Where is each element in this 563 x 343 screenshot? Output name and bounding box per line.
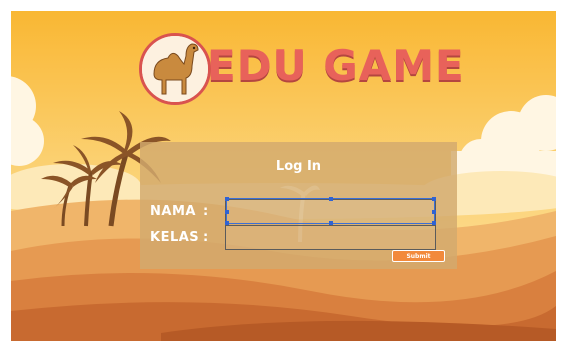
nama-input[interactable] xyxy=(225,199,436,224)
nama-label: NAMA xyxy=(150,204,196,219)
nama-separator: : xyxy=(203,204,209,219)
kelas-label: KELAS xyxy=(150,230,200,245)
camel-badge xyxy=(139,33,211,105)
kelas-input[interactable] xyxy=(225,225,436,250)
kelas-separator: : xyxy=(203,230,209,245)
game-logo: EDU GAME xyxy=(139,33,474,109)
game-stage: EDU GAME Log In NAMA : KELAS : Submit xyxy=(11,11,556,341)
logo-title: EDU GAME xyxy=(207,41,465,90)
login-title: Log In xyxy=(275,159,322,174)
camel-icon xyxy=(142,36,208,102)
login-panel: Log In NAMA : KELAS : Submit xyxy=(140,142,457,269)
submit-button[interactable]: Submit xyxy=(392,250,445,262)
